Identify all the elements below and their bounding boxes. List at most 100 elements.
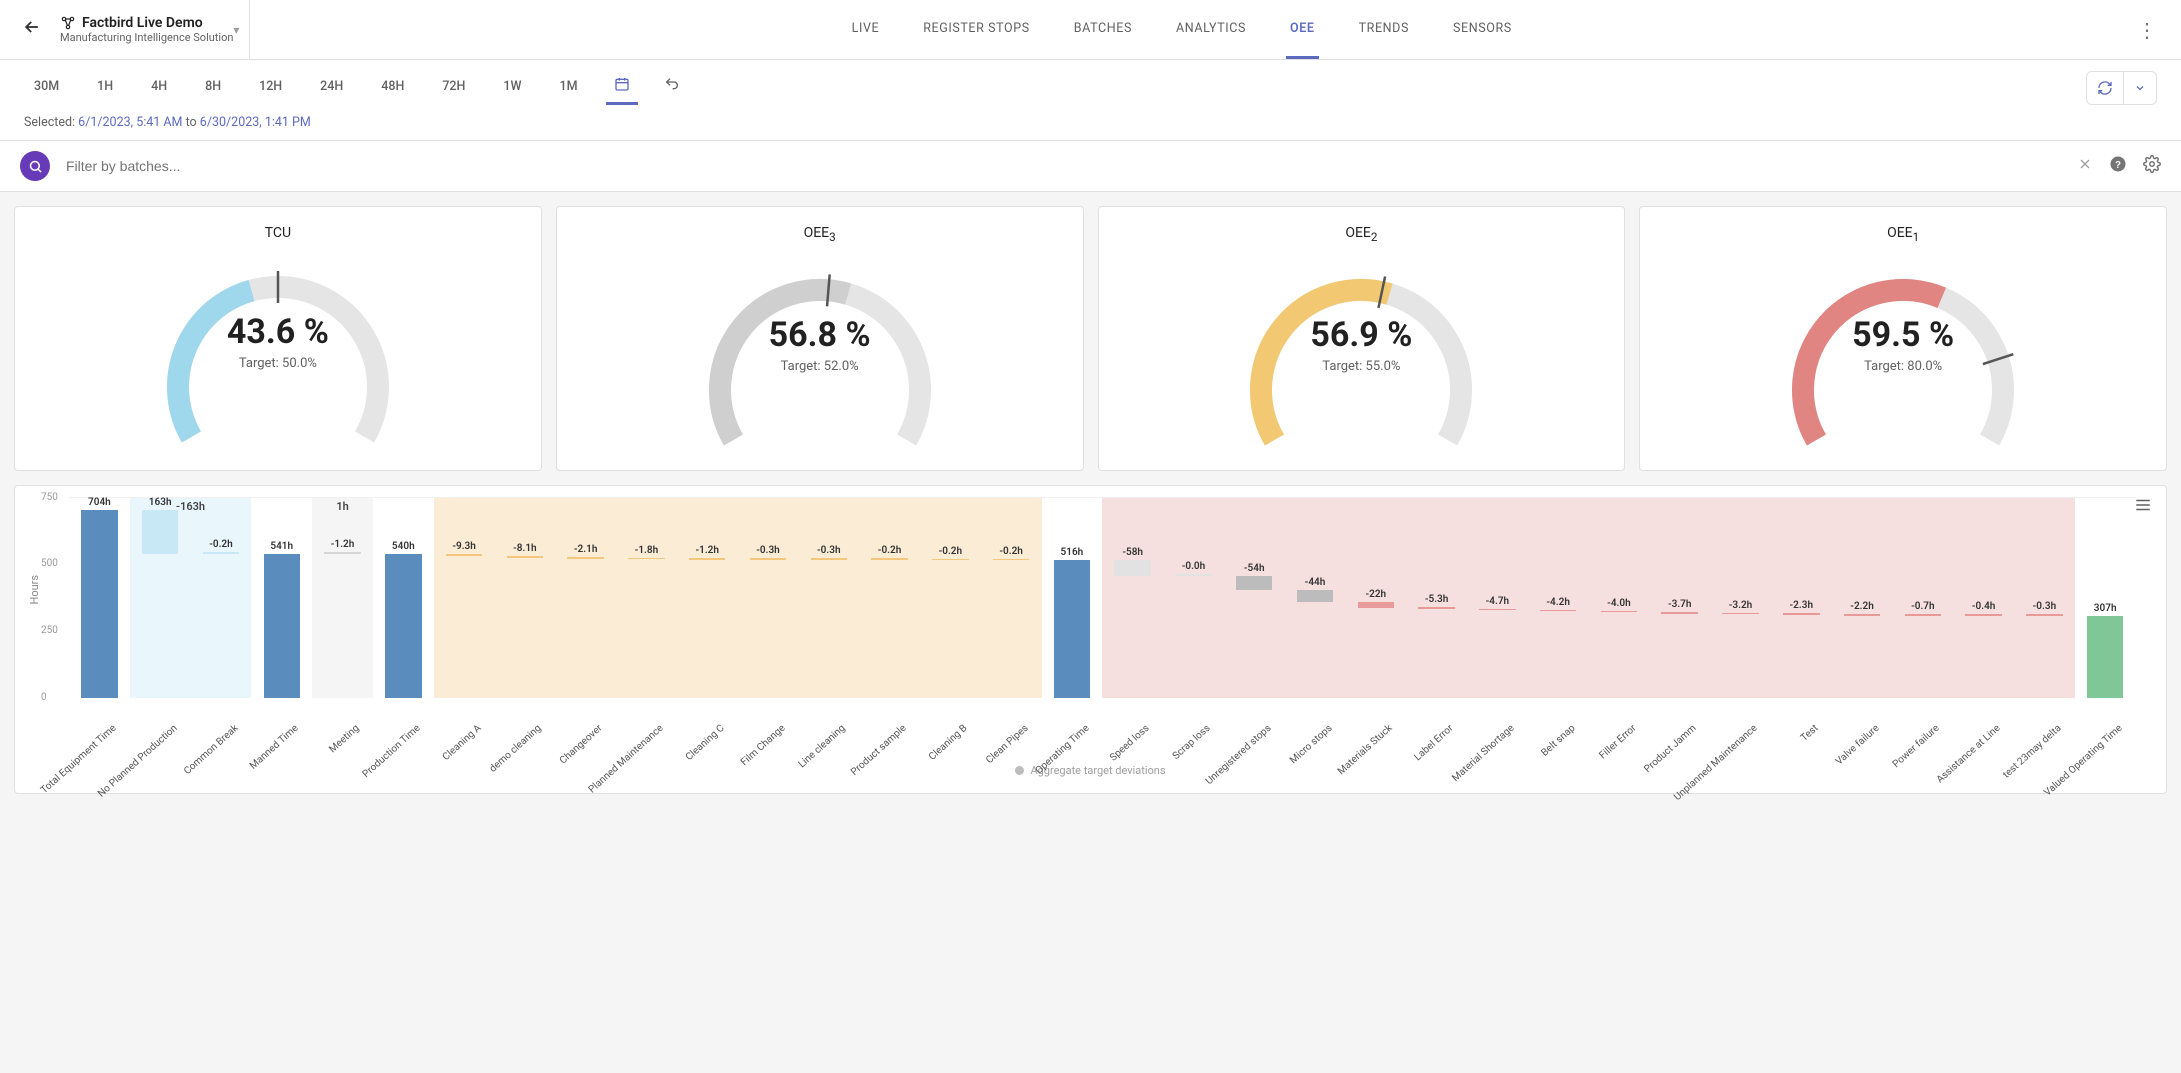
gauge-value: 56.9 % <box>1221 315 1501 355</box>
time-chip-12h[interactable]: 12H <box>249 73 292 103</box>
wf-bar[interactable]: -0.0h <box>1163 498 1224 698</box>
filter-bar: ? <box>0 141 2181 192</box>
wf-bar[interactable]: -0.3h <box>2014 498 2075 698</box>
refresh-button[interactable] <box>2087 72 2123 104</box>
time-chip-1h[interactable]: 1H <box>87 73 123 103</box>
waterfall-card: Hours 0250500750 -163h1h 704h163h-0.2h54… <box>14 485 2167 794</box>
settings-button[interactable] <box>2143 155 2161 177</box>
wf-bar[interactable]: 540h <box>373 498 434 698</box>
time-chip-30m[interactable]: 30M <box>24 73 69 103</box>
wf-bar[interactable]: -1.2h <box>312 498 373 698</box>
breadcrumb[interactable]: Factbird Live Demo Manufacturing Intelli… <box>60 15 233 45</box>
gauge-title: OEE1 <box>1887 217 1919 260</box>
gauge: 43.6 % Target: 50.0% <box>138 257 418 437</box>
wf-bar[interactable]: -3.2h <box>1710 498 1771 698</box>
calendar-icon <box>614 76 630 92</box>
gauge-cards: TCU 43.6 % Target: 50.0% OEE3 56.8 % Tar… <box>0 192 2181 485</box>
tab-batches[interactable]: BATCHES <box>1070 0 1136 59</box>
time-chip-72h[interactable]: 72H <box>432 73 475 103</box>
wf-bar[interactable]: -2.3h <box>1771 498 1832 698</box>
tab-register-stops[interactable]: REGISTER STOPS <box>919 0 1034 59</box>
gauge: 56.9 % Target: 55.0% <box>1221 260 1501 440</box>
gauge-card-0[interactable]: TCU 43.6 % Target: 50.0% <box>14 206 542 471</box>
wf-bar[interactable]: -2.1h <box>555 498 616 698</box>
selected-range: Selected: 6/1/2023, 5:41 AM to 6/30/2023… <box>24 115 2157 130</box>
wf-bar[interactable]: -0.2h <box>920 498 981 698</box>
chevron-down-icon[interactable]: ▾ <box>233 23 239 37</box>
filter-input[interactable] <box>64 157 2063 175</box>
wf-bar[interactable]: 307h <box>2075 498 2136 698</box>
custom-range-button[interactable] <box>606 70 638 105</box>
arrow-left-icon <box>22 17 42 37</box>
gauge-card-2[interactable]: OEE2 56.9 % Target: 55.0% <box>1098 206 1626 471</box>
wf-bar[interactable]: -9.3h <box>434 498 495 698</box>
range-to[interactable]: 6/30/2023, 1:41 PM <box>200 115 311 130</box>
wf-bar[interactable]: -0.2h <box>191 498 252 698</box>
page-subtitle: Manufacturing Intelligence Solution <box>60 31 233 44</box>
wf-bar[interactable]: -0.2h <box>859 498 920 698</box>
gauge-title: OEE2 <box>1345 217 1377 260</box>
time-chip-48h[interactable]: 48H <box>371 73 414 103</box>
waterfall-x-labels: Total Equipment TimeNo Planned Productio… <box>69 698 2136 758</box>
gauge-value: 59.5 % <box>1763 315 2043 355</box>
tab-sensors[interactable]: SENSORS <box>1449 0 1516 59</box>
wf-bar[interactable]: -4.2h <box>1528 498 1589 698</box>
gauge-value: 56.8 % <box>680 315 960 355</box>
gauge-card-1[interactable]: OEE3 56.8 % Target: 52.0% <box>556 206 1084 471</box>
gauge-value: 43.6 % <box>138 312 418 352</box>
wf-bar[interactable]: -0.4h <box>1953 498 2014 698</box>
wf-bar[interactable]: -44h <box>1285 498 1346 698</box>
wf-bar[interactable]: 704h <box>69 498 130 698</box>
gear-icon <box>2143 155 2161 173</box>
undo-range-button[interactable] <box>656 70 688 105</box>
time-chip-1m[interactable]: 1M <box>550 73 588 103</box>
time-range-strip: 30M 1H 4H 8H 12H 24H 48H 72H 1W 1M Selected: 6/1/… <box>0 60 2181 141</box>
gauge: 59.5 % Target: 80.0% <box>1763 260 2043 440</box>
undo-icon <box>664 76 680 92</box>
time-chip-24h[interactable]: 24H <box>310 73 353 103</box>
wf-bar[interactable]: -0.3h <box>738 498 799 698</box>
back-button[interactable] <box>16 13 48 46</box>
wf-bar[interactable]: 163h <box>130 498 191 698</box>
wf-bar[interactable]: -58h <box>1102 498 1163 698</box>
gauge-target: Target: 50.0% <box>138 356 418 371</box>
tab-analytics[interactable]: ANALYTICS <box>1172 0 1250 59</box>
tab-live[interactable]: LIVE <box>848 0 884 59</box>
wf-bar[interactable]: -2.2h <box>1832 498 1893 698</box>
page-title: Factbird Live Demo <box>82 15 203 32</box>
clear-filter[interactable] <box>2077 156 2093 176</box>
refresh-dropdown[interactable] <box>2123 72 2156 104</box>
kebab-menu[interactable]: ⋮ <box>2137 18 2157 42</box>
time-chip-1w[interactable]: 1W <box>493 73 531 103</box>
wf-bar[interactable]: -0.7h <box>1892 498 1953 698</box>
wf-bar[interactable]: -4.0h <box>1589 498 1650 698</box>
close-icon <box>2077 156 2093 172</box>
search-button[interactable] <box>20 151 50 181</box>
filter-actions: ? <box>2077 155 2161 177</box>
wf-bar[interactable]: -0.2h <box>981 498 1042 698</box>
wf-bar[interactable]: -8.1h <box>494 498 555 698</box>
time-chip-8h[interactable]: 8H <box>195 73 231 103</box>
wf-bar[interactable]: 516h <box>1042 498 1103 698</box>
time-chip-4h[interactable]: 4H <box>141 73 177 103</box>
wf-bar[interactable]: -3.7h <box>1649 498 1710 698</box>
range-from[interactable]: 6/1/2023, 5:41 AM <box>78 115 182 130</box>
wf-bar[interactable]: -1.2h <box>677 498 738 698</box>
topbar-right: ⋮ <box>2113 0 2181 59</box>
help-icon: ? <box>2109 155 2127 173</box>
wf-bar[interactable]: -1.8h <box>616 498 677 698</box>
help-button[interactable]: ? <box>2109 155 2127 177</box>
gauge-card-3[interactable]: OEE1 59.5 % Target: 80.0% <box>1639 206 2167 471</box>
nav-tabs: LIVE REGISTER STOPS BATCHES ANALYTICS OEE TRE… <box>848 0 1516 59</box>
wf-bar[interactable]: -0.3h <box>798 498 859 698</box>
waterfall-chart[interactable]: Hours 0250500750 -163h1h 704h163h-0.2h54… <box>69 498 2136 698</box>
wf-bar[interactable]: 541h <box>251 498 312 698</box>
chart-menu[interactable] <box>2134 496 2152 518</box>
wf-bar[interactable]: -54h <box>1224 498 1285 698</box>
wf-bar[interactable]: -5.3h <box>1406 498 1467 698</box>
refresh-group <box>2086 71 2157 105</box>
wf-bar[interactable]: -22h <box>1345 498 1406 698</box>
tab-oee[interactable]: OEE <box>1286 0 1319 59</box>
tab-trends[interactable]: TRENDS <box>1355 0 1413 59</box>
wf-bar[interactable]: -4.7h <box>1467 498 1528 698</box>
